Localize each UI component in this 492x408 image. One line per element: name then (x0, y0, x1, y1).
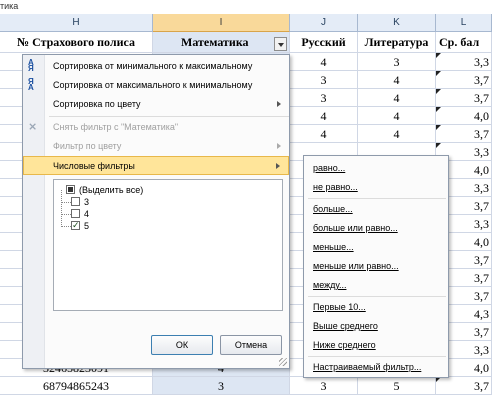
submenu-item-label: Выше среднего (313, 321, 378, 331)
submenu-item[interactable]: Настраиваемый фильтр... (304, 358, 448, 376)
values-listbox[interactable]: (Выделить все) 3 4 5 (53, 179, 283, 311)
submenu-separator (308, 198, 446, 199)
select-all-label: (Выделить все) (79, 185, 144, 195)
sort-by-color-item[interactable]: Сортировка по цвету (23, 95, 289, 114)
policy-cell[interactable]: 68794865243 (0, 377, 153, 395)
cancel-button[interactable]: Отмена (220, 335, 282, 355)
filter-by-color-label: Фильтр по цвету (53, 141, 122, 151)
literature-cell[interactable]: 4 (358, 71, 436, 89)
clear-filter-funnel-icon: ⨯ (28, 121, 38, 133)
column-header-h[interactable]: H (0, 14, 153, 32)
column-header-i[interactable]: I (153, 14, 290, 32)
sort-by-color-label: Сортировка по цвету (53, 99, 141, 109)
value-checkbox[interactable] (71, 197, 80, 206)
column-header-l[interactable]: L (436, 14, 492, 32)
avg-cell[interactable]: 3,7 (436, 125, 492, 143)
submenu-item-label: между... (313, 280, 347, 290)
submenu-item[interactable]: Первые 10... (304, 298, 448, 316)
literature-cell[interactable]: 3 (358, 53, 436, 71)
formula-area-strip: тика (0, 0, 492, 14)
submenu-item-label: равно... (313, 163, 346, 173)
sort-za-icon: ЯА (28, 77, 34, 92)
sort-ascending-label: Сортировка от минимального к максимально… (53, 61, 253, 71)
value-checkbox[interactable] (71, 209, 80, 218)
submenu-item[interactable]: Выше среднего (304, 317, 448, 335)
submenu-item-label: Первые 10... (313, 302, 366, 312)
avg-cell[interactable]: 3,3 (436, 53, 492, 71)
avg-cell[interactable]: 3,7 (436, 71, 492, 89)
russian-cell[interactable]: 4 (290, 125, 358, 143)
column-header-j[interactable]: J (290, 14, 358, 32)
submenu-item-label: не равно... (313, 182, 358, 192)
tree-line (61, 190, 62, 227)
header-avg[interactable]: Ср. бал (436, 32, 492, 53)
value-label: 3 (84, 197, 90, 207)
avg-cell[interactable]: 3,7 (436, 377, 492, 395)
russian-cell[interactable]: 4 (290, 107, 358, 125)
select-all-checkbox[interactable] (66, 185, 75, 194)
literature-cell[interactable]: 4 (358, 107, 436, 125)
submenu-item-label: меньше или равно... (313, 261, 399, 271)
submenu-item[interactable]: меньше или равно... (304, 257, 448, 275)
submenu-item[interactable]: меньше... (304, 238, 448, 256)
submenu-item[interactable]: не равно... (304, 178, 448, 196)
submenu-item-label: больше или равно... (313, 223, 398, 233)
cut-off-cell-text: тика (0, 1, 19, 11)
value-checkbox[interactable] (71, 219, 80, 231)
menu-separator (49, 116, 289, 117)
submenu-separator (308, 356, 446, 357)
avg-cell[interactable]: 3,7 (436, 89, 492, 107)
russian-cell[interactable]: 3 (290, 71, 358, 89)
submenu-item-label: больше... (313, 204, 353, 214)
submenu-arrow-icon (276, 163, 280, 169)
clear-filter-label: Снять фильтр с "Математика" (53, 122, 179, 132)
sort-descending-item[interactable]: ЯА Сортировка от максимального к минимал… (23, 76, 289, 95)
resize-grip[interactable] (279, 358, 287, 366)
tree-line (61, 202, 71, 203)
submenu-item[interactable]: больше или равно... (304, 219, 448, 237)
submenu-item-label: меньше... (313, 242, 354, 252)
value-label: 5 (84, 221, 90, 231)
submenu-item[interactable]: равно... (304, 159, 448, 177)
number-filters-item[interactable]: Числовые фильтры (23, 156, 289, 175)
sort-az-icon: АЯ (28, 58, 34, 73)
ok-button[interactable]: ОК (151, 335, 213, 355)
tree-line (61, 226, 71, 227)
header-math[interactable]: Математика (153, 32, 290, 53)
literature-cell[interactable]: 4 (358, 125, 436, 143)
tree-line (61, 214, 71, 215)
sort-descending-label: Сортировка от максимального к минимально… (53, 80, 253, 90)
submenu-item-label: Ниже среднего (313, 340, 376, 350)
number-filters-label: Числовые фильтры (53, 161, 135, 171)
math-cell[interactable]: 3 (153, 377, 290, 395)
literature-cell[interactable]: 4 (358, 89, 436, 107)
number-filters-submenu: равно... не равно... больше... больше или р… (303, 155, 449, 378)
russian-cell[interactable]: 3 (290, 377, 358, 395)
clear-filter-item: ⨯ Снять фильтр с "Математика" (23, 118, 289, 137)
value-label: 4 (84, 209, 90, 219)
avg-cell[interactable]: 4,0 (436, 107, 492, 125)
russian-cell[interactable]: 3 (290, 89, 358, 107)
submenu-arrow-icon (277, 143, 281, 149)
header-literature[interactable]: Литература (358, 32, 436, 53)
header-policy[interactable]: № Страхового полиса (0, 32, 153, 53)
submenu-item[interactable]: Ниже среднего (304, 336, 448, 354)
filter-dropdown-button[interactable] (274, 37, 287, 51)
submenu-separator (308, 296, 446, 297)
submenu-item[interactable]: больше... (304, 200, 448, 218)
russian-cell[interactable]: 4 (290, 53, 358, 71)
submenu-item[interactable]: между... (304, 276, 448, 294)
column-header-k[interactable]: K (358, 14, 436, 32)
submenu-arrow-icon (277, 101, 281, 107)
submenu-item-label: Настраиваемый фильтр... (313, 362, 422, 372)
header-russian[interactable]: Русский (290, 32, 358, 53)
filter-by-color-item: Фильтр по цвету (23, 137, 289, 156)
literature-cell[interactable]: 5 (358, 377, 436, 395)
sort-ascending-item[interactable]: АЯ Сортировка от минимального к максимал… (23, 57, 289, 76)
autofilter-menu: АЯ Сортировка от минимального к максимал… (22, 54, 290, 369)
